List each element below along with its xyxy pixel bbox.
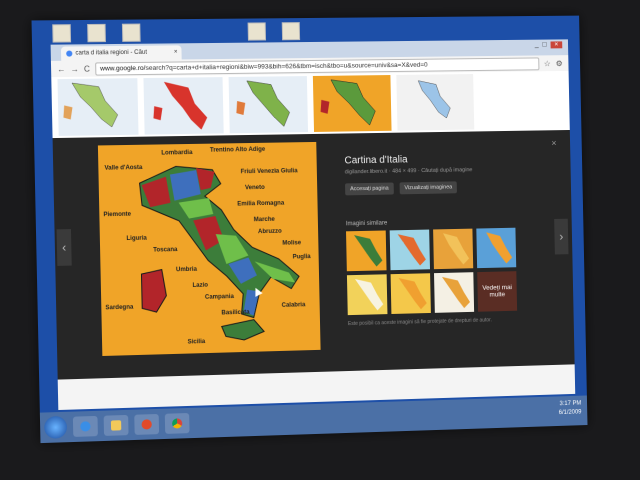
map-label: Lazio (192, 282, 209, 289)
close-preview-icon[interactable]: × (551, 138, 556, 148)
view-image-button[interactable]: Vizualizați imaginea (399, 181, 458, 195)
window-close-button[interactable]: × (550, 41, 563, 49)
star-icon[interactable]: ☆ (544, 59, 551, 68)
map-label: Trentino Alto Adige (209, 146, 266, 154)
forward-button[interactable]: → (71, 64, 79, 73)
similar-thumbnail[interactable] (476, 227, 517, 269)
image-results-strip (51, 70, 570, 139)
projected-screen: carta d italia regioni - Căut × _ □ × ← … (31, 15, 588, 444)
desktop-icon[interactable] (87, 23, 106, 43)
more-label: Vedeți mai multe (477, 271, 518, 312)
map-label: Piemonte (103, 211, 132, 219)
internet-explorer-icon (80, 421, 91, 432)
desktop-icon[interactable] (121, 23, 141, 42)
result-thumbnail[interactable] (57, 78, 139, 136)
url-domain: www.google.ro (100, 64, 144, 73)
start-button[interactable] (44, 415, 68, 439)
more-similar-button[interactable]: Vedeți mai multe (477, 271, 518, 312)
result-thumbnail[interactable] (396, 74, 475, 131)
tab-title: carta d italia regioni - Căut (75, 49, 148, 57)
result-thumbnail[interactable] (143, 77, 224, 135)
taskbar-chrome[interactable] (164, 412, 190, 434)
map-label: Marche (253, 216, 275, 224)
image-title: Cartina d'Italia (344, 154, 408, 167)
similar-thumbnail[interactable] (346, 230, 387, 272)
visit-page-button[interactable]: Accesați pagina (345, 182, 394, 196)
image-info: × Cartina d'Italia digilander.libero.it … (344, 138, 557, 196)
copyright-note: Este posibil ca aceste imagini să fie pr… (347, 317, 492, 328)
map-label: Abruzzo (257, 228, 282, 236)
media-player-icon (141, 419, 152, 430)
taskbar-media[interactable] (134, 413, 160, 435)
map-label: Toscana (153, 247, 178, 254)
map-label: Umbria (175, 266, 197, 274)
window-controls: _ □ × (535, 41, 563, 49)
similar-thumbnail[interactable] (433, 228, 474, 270)
desktop-icon[interactable] (247, 22, 267, 41)
url-path: /search?q=carta+d+italia+regioni&biw=993… (143, 61, 428, 72)
browser-tab[interactable]: carta d italia regioni - Căut × (60, 45, 182, 61)
minimize-button[interactable]: _ (535, 42, 539, 49)
close-icon[interactable]: × (174, 49, 178, 55)
taskbar-ie[interactable] (72, 415, 98, 437)
map-label: Molise (282, 240, 302, 247)
system-clock[interactable]: 3:17 PM 6/1/2009 (559, 400, 582, 418)
maximize-button[interactable]: □ (542, 42, 546, 49)
similar-thumbnail[interactable] (346, 274, 388, 316)
wrench-icon[interactable]: ⚙ (556, 59, 563, 68)
italy-region-map[interactable]: Lombardia Trentino Alto Adige Valle d'Ao… (97, 141, 321, 356)
map-label: Veneto (244, 184, 265, 192)
map-label: Calabria (281, 302, 306, 309)
previous-image-button[interactable]: ‹ (56, 229, 72, 266)
result-thumbnail[interactable] (228, 76, 309, 134)
browser-window: carta d italia regioni - Căut × _ □ × ← … (50, 39, 576, 411)
map-label: Puglia (292, 254, 311, 261)
back-button[interactable]: ← (57, 64, 65, 73)
image-meta: digilander.libero.it · 484 × 499 · Căuta… (344, 167, 473, 176)
similar-images: Imagini similare Vedeți mai multe (345, 218, 525, 316)
map-label: Emilia Romagna (237, 200, 285, 208)
similar-thumbnail[interactable] (389, 229, 430, 271)
desktop-icons (52, 22, 301, 43)
map-label: Sicilia (187, 339, 206, 346)
map-label: Sardegna (105, 304, 134, 312)
folder-icon (110, 420, 122, 431)
similar-images-heading: Imagini similare (345, 220, 388, 228)
next-image-button[interactable]: › (554, 218, 569, 255)
map-label: Valle d'Aosta (104, 164, 143, 172)
map-label: Campania (204, 294, 234, 301)
clock-date: 6/1/2009 (558, 409, 582, 417)
result-thumbnail-selected[interactable] (312, 75, 392, 132)
reload-button[interactable]: C (84, 64, 90, 73)
map-label: Basilicata (221, 309, 250, 317)
chrome-icon (171, 418, 183, 429)
map-label: Friuli Venezia Giulia (240, 168, 298, 176)
image-preview-panel: ‹ › Lombardia Trentino Alto Adige Valle … (52, 129, 575, 380)
map-label: Lombardia (161, 149, 193, 157)
similar-thumbnail[interactable] (434, 272, 475, 313)
map-label: Liguria (126, 235, 147, 243)
similar-thumbnail[interactable] (390, 273, 431, 314)
desktop-icon[interactable] (281, 22, 301, 41)
taskbar-explorer[interactable] (103, 414, 129, 436)
desktop-icon[interactable] (52, 24, 72, 43)
google-favicon-icon (66, 50, 73, 57)
